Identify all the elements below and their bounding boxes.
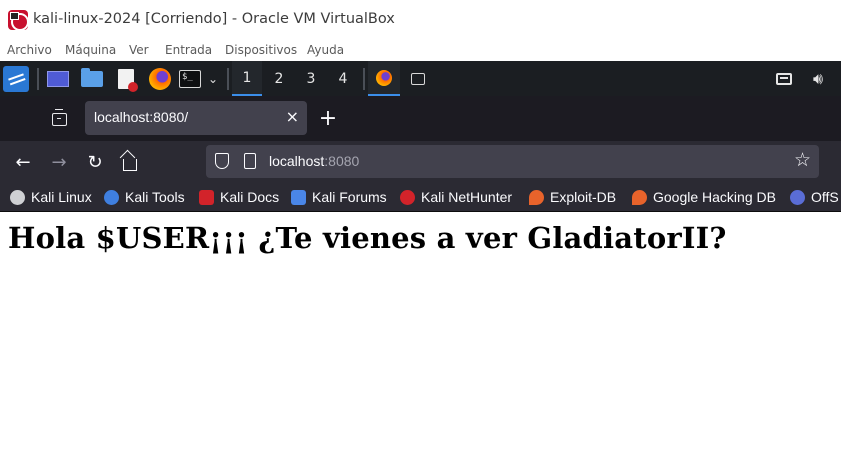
bookmark-kali-nethunter[interactable]: Kali NetHunter bbox=[400, 188, 512, 206]
page-info-icon[interactable] bbox=[244, 153, 256, 169]
menu-ver[interactable]: Ver bbox=[129, 43, 149, 57]
terminal-dropdown[interactable]: ⌄ bbox=[204, 61, 222, 96]
tab-title: localhost:8080/ bbox=[94, 109, 189, 125]
chevron-down-icon: ⌄ bbox=[207, 71, 219, 86]
bookmark-label: Kali Linux bbox=[31, 189, 92, 205]
kali-menu-icon bbox=[3, 65, 29, 92]
offsec-icon bbox=[790, 189, 805, 205]
firefox-icon bbox=[376, 69, 392, 86]
vbox-title-bar: kali-linux-2024 [Corriendo] - Oracle VM … bbox=[0, 0, 841, 40]
kali-forums-icon bbox=[291, 189, 306, 205]
kali-menu-button[interactable] bbox=[2, 61, 30, 96]
taskbar-firefox-window[interactable] bbox=[368, 61, 400, 96]
bookmark-kali-linux[interactable]: Kali Linux bbox=[10, 188, 92, 206]
kali-dragon-icon bbox=[10, 189, 25, 205]
exploit-db-icon bbox=[529, 189, 544, 205]
url-host: localhost bbox=[269, 153, 325, 169]
workspace-2[interactable]: 2 bbox=[264, 61, 294, 96]
bookmark-star-icon[interactable]: ☆ bbox=[794, 149, 811, 171]
panel-separator bbox=[363, 68, 365, 90]
file-manager-icon bbox=[81, 67, 103, 87]
show-desktop-button[interactable] bbox=[45, 61, 71, 96]
bookmark-label: Kali Tools bbox=[125, 189, 185, 205]
bookmark-kali-docs[interactable]: Kali Docs bbox=[199, 188, 279, 206]
bookmarks-toolbar: Kali Linux Kali Tools Kali Docs Kali For… bbox=[0, 182, 841, 212]
terminal-icon bbox=[411, 72, 425, 85]
bookmark-label: Google Hacking DB bbox=[653, 189, 776, 205]
workspace-1[interactable]: 1 bbox=[232, 61, 262, 96]
menu-ayuda[interactable]: Ayuda bbox=[307, 43, 344, 57]
kali-top-panel: $_ ⌄ 1 2 3 4 🔊︎ bbox=[0, 61, 841, 156]
ghdb-icon bbox=[632, 189, 647, 205]
bookmark-label: Kali Docs bbox=[220, 189, 280, 205]
bookmark-label: Exploit-DB bbox=[550, 189, 617, 205]
nethunter-icon bbox=[400, 189, 415, 205]
shield-icon[interactable] bbox=[215, 153, 229, 169]
volume-icon: 🔊︎ bbox=[812, 68, 824, 88]
volume-indicator[interactable]: 🔊︎ bbox=[806, 61, 830, 96]
url-text[interactable]: localhost:8080 bbox=[269, 153, 359, 169]
back-button[interactable]: ← bbox=[10, 149, 36, 175]
page-content: Hola $USER¡¡¡ ¿Te vienes a ver Gladiator… bbox=[0, 213, 841, 451]
text-editor-button[interactable] bbox=[113, 61, 139, 96]
taskbar-terminal-window[interactable] bbox=[404, 61, 432, 96]
navigation-toolbar: ← → ↻ localhost:8080 ☆ bbox=[0, 141, 841, 182]
network-icon bbox=[776, 72, 792, 85]
menu-entrada[interactable]: Entrada bbox=[165, 43, 212, 57]
menu-archivo[interactable]: Archivo bbox=[7, 43, 52, 57]
firefox-icon bbox=[149, 67, 171, 90]
firefox-view-button[interactable] bbox=[44, 104, 74, 134]
terminal-launcher[interactable]: $_ bbox=[177, 61, 203, 96]
bookmark-offsec[interactable]: OffS bbox=[790, 188, 839, 206]
bookmark-label: Kali Forums bbox=[312, 189, 387, 205]
url-port: :8080 bbox=[324, 153, 360, 169]
terminal-icon: $_ bbox=[179, 69, 201, 88]
menu-dispositivos[interactable]: Dispositivos bbox=[225, 43, 297, 57]
url-bar[interactable]: localhost:8080 ☆ bbox=[206, 145, 819, 178]
firefox-launcher[interactable] bbox=[147, 61, 173, 96]
network-indicator[interactable] bbox=[773, 61, 795, 96]
text-editor-icon bbox=[118, 68, 138, 92]
reload-button[interactable]: ↻ bbox=[82, 149, 108, 175]
forward-button[interactable]: → bbox=[46, 149, 72, 175]
browser-tab-strip: localhost:8080/ × + bbox=[0, 96, 841, 141]
home-icon bbox=[123, 159, 137, 171]
show-desktop-icon bbox=[47, 70, 69, 87]
bookmark-kali-forums[interactable]: Kali Forums bbox=[291, 188, 387, 206]
menu-maquina[interactable]: Máquina bbox=[65, 43, 116, 57]
file-manager-button[interactable] bbox=[79, 61, 105, 96]
home-button[interactable] bbox=[117, 149, 143, 175]
close-tab-icon[interactable]: × bbox=[286, 107, 299, 126]
kali-tools-icon bbox=[104, 189, 119, 205]
bookmark-google-hacking-db[interactable]: Google Hacking DB bbox=[632, 188, 776, 206]
tab-list-icon bbox=[51, 108, 67, 126]
bookmark-label: OffS bbox=[811, 189, 839, 205]
bookmark-exploit-db[interactable]: Exploit-DB bbox=[529, 188, 616, 206]
arrow-left-icon: ← bbox=[15, 151, 31, 173]
new-tab-button[interactable]: + bbox=[314, 104, 342, 132]
vbox-menu-bar: Archivo Máquina Ver Entrada Dispositivos… bbox=[0, 40, 841, 60]
bookmark-kali-tools[interactable]: Kali Tools bbox=[104, 188, 185, 206]
bookmark-label: Kali NetHunter bbox=[421, 189, 513, 205]
kali-docs-icon bbox=[199, 189, 214, 205]
reload-icon: ↻ bbox=[87, 151, 103, 173]
arrow-right-icon: → bbox=[51, 151, 67, 173]
workspace-3[interactable]: 3 bbox=[296, 61, 326, 96]
workspace-4[interactable]: 4 bbox=[328, 61, 358, 96]
panel-separator bbox=[37, 68, 39, 90]
panel-separator bbox=[227, 68, 229, 90]
page-heading: Hola $USER¡¡¡ ¿Te vienes a ver Gladiator… bbox=[8, 221, 727, 255]
window-title: kali-linux-2024 [Corriendo] - Oracle VM … bbox=[33, 11, 395, 27]
virtualbox-icon bbox=[8, 10, 29, 31]
browser-tab[interactable]: localhost:8080/ × bbox=[85, 101, 307, 135]
